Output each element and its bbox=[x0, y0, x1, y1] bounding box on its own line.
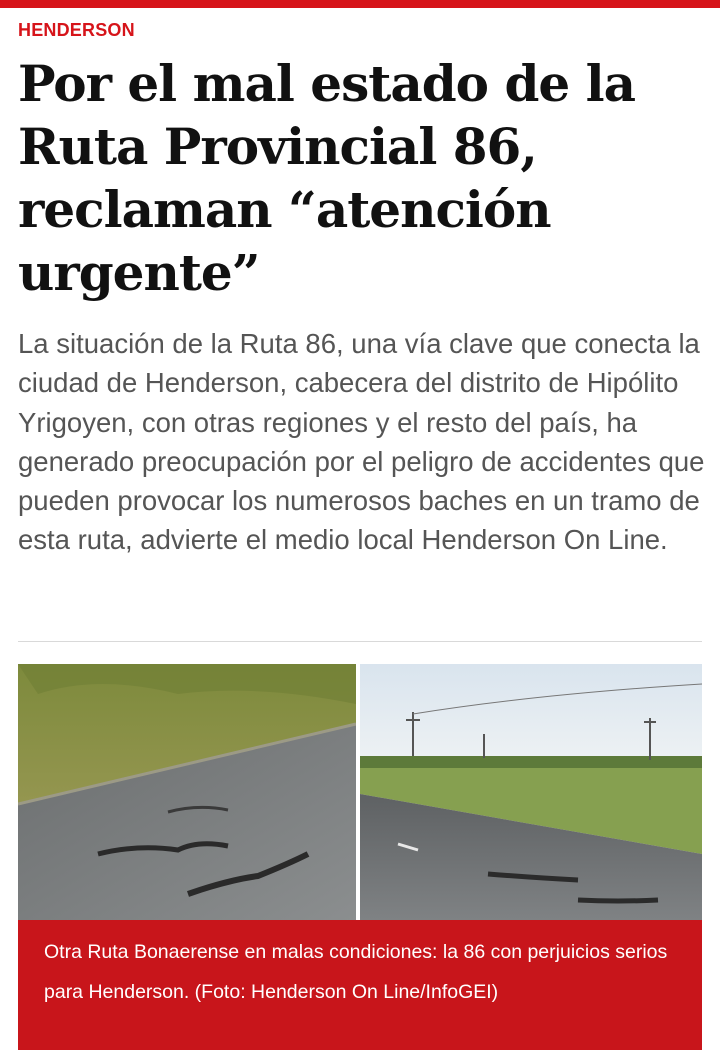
article-photo[interactable] bbox=[18, 664, 702, 920]
photo-caption-box: Otra Ruta Bonaerense en malas condicione… bbox=[18, 920, 702, 1050]
section-tag[interactable]: HENDERSON bbox=[18, 20, 135, 41]
road-photo-collage bbox=[18, 664, 702, 920]
article-headline: Por el mal estado de la Ruta Provincial … bbox=[18, 54, 636, 302]
photo-caption: Otra Ruta Bonaerense en malas condicione… bbox=[44, 941, 668, 1003]
article-lead: La situación de la Ruta 86, una vía clav… bbox=[18, 328, 705, 556]
right-photo bbox=[360, 664, 702, 920]
divider bbox=[18, 641, 702, 642]
left-photo bbox=[18, 664, 357, 920]
top-accent-bar bbox=[0, 0, 720, 8]
